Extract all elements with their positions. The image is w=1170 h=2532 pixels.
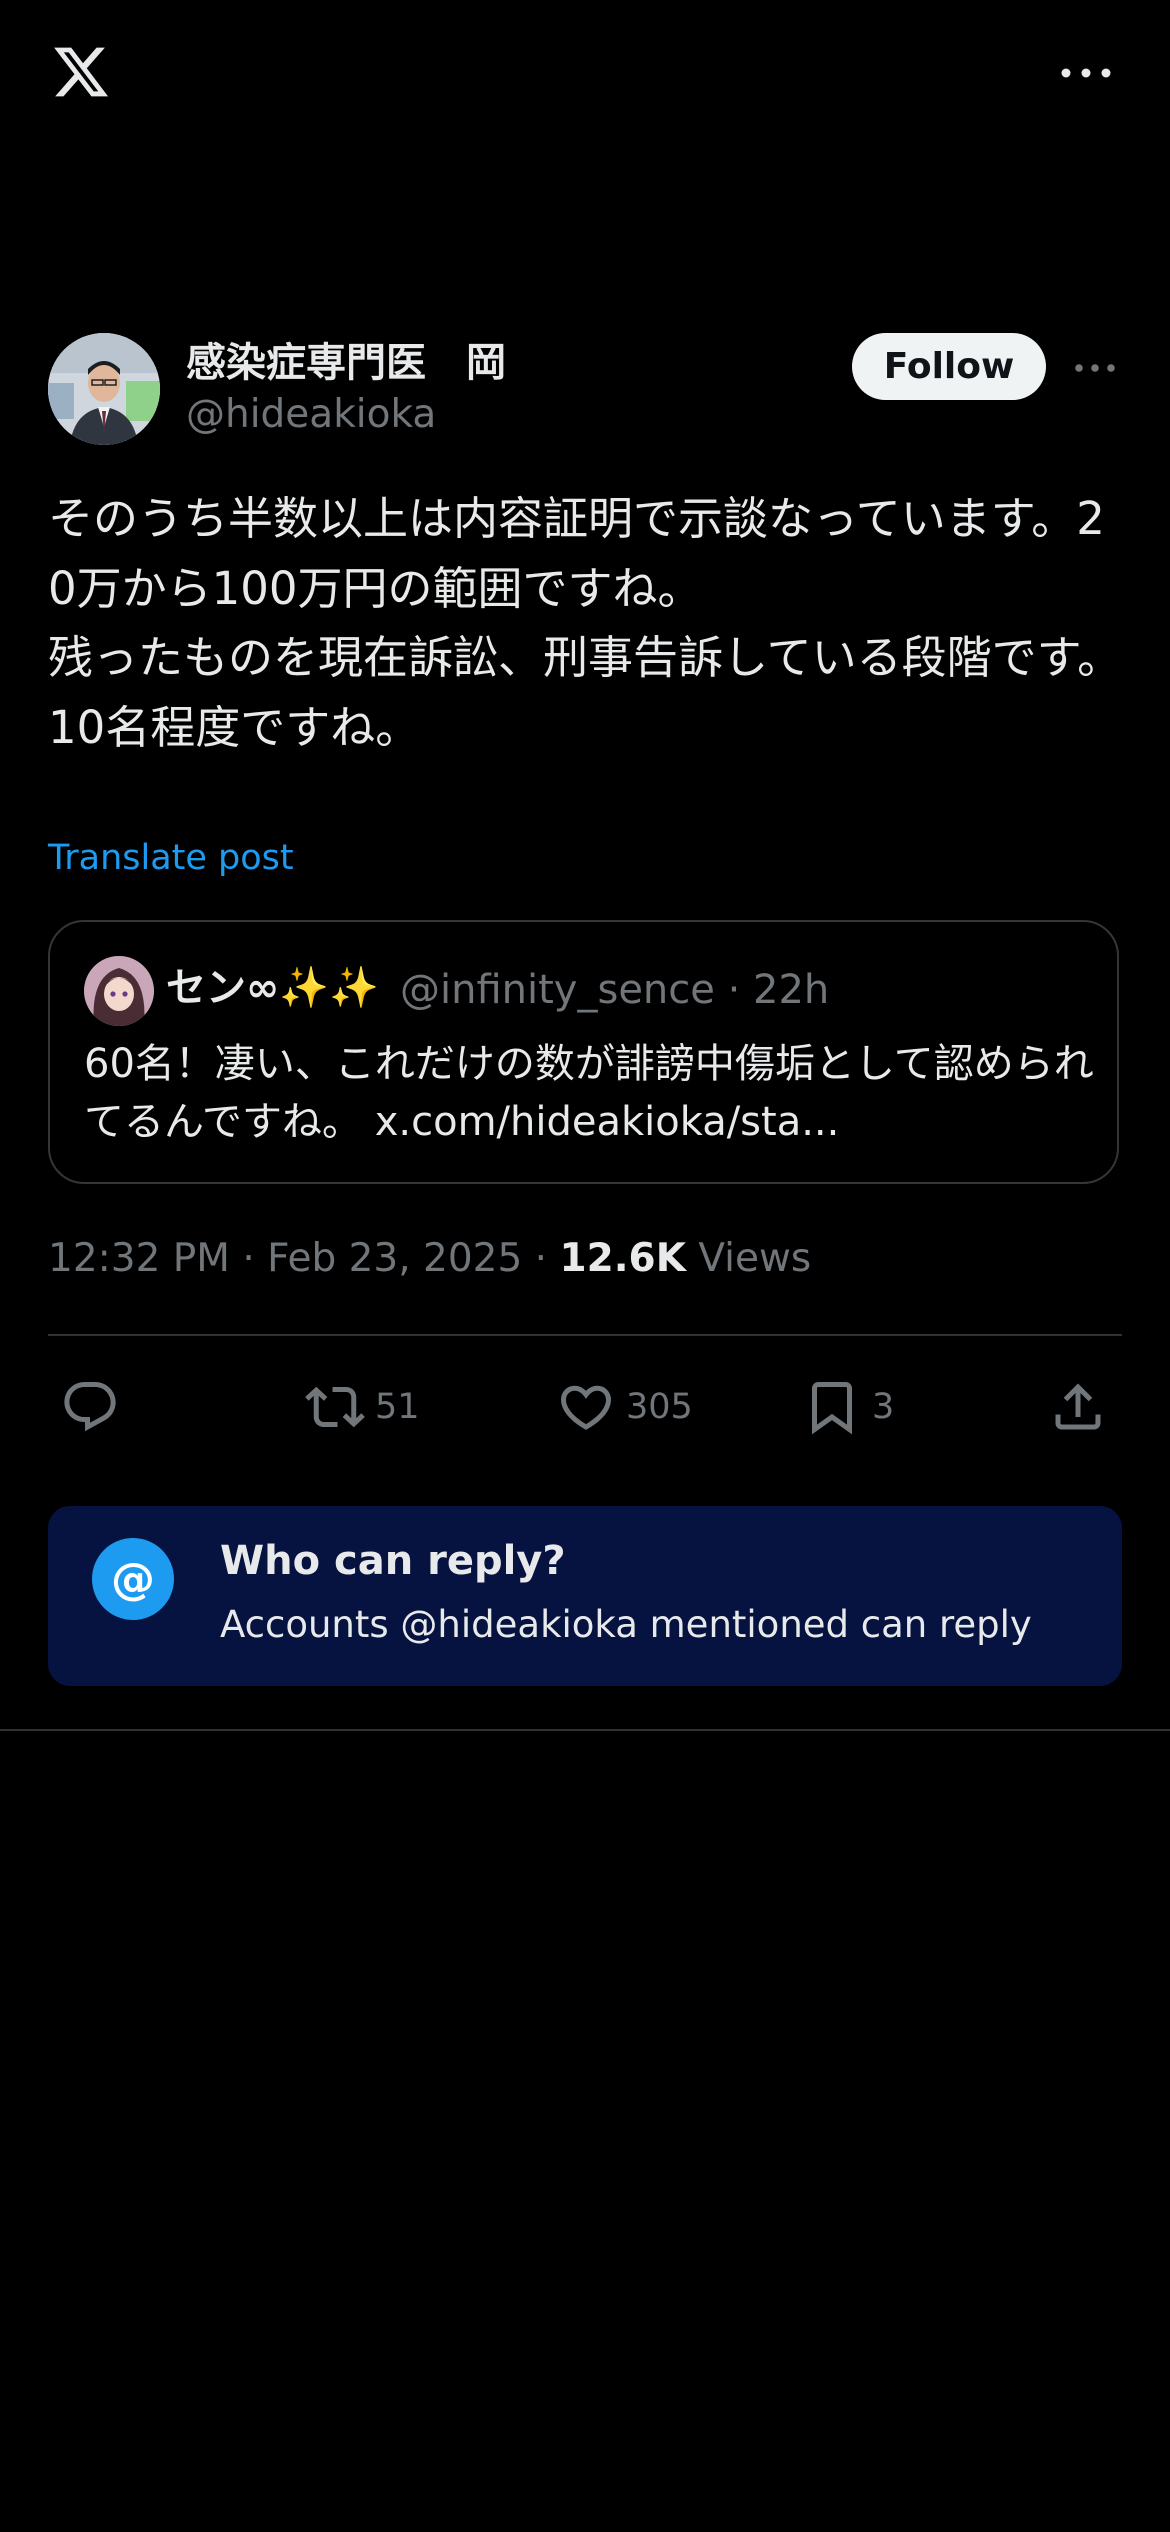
- avatar[interactable]: [48, 333, 160, 445]
- like-button[interactable]: 305: [556, 1372, 693, 1442]
- x-logo-icon[interactable]: [48, 42, 114, 102]
- views-count: 12.6K: [559, 1236, 686, 1281]
- tweet-meta: 12:32 PM · Feb 23, 2025 · 12.6K Views: [48, 1232, 811, 1286]
- who-can-reply-card: [48, 1506, 1122, 1686]
- repost-count: 51: [375, 1387, 420, 1427]
- like-count: 305: [626, 1387, 693, 1427]
- bookmark-button[interactable]: 3: [802, 1372, 894, 1442]
- author-display-name[interactable]: 感染症専門医 岡: [186, 330, 506, 388]
- tweet-text: そのうち半数以上は内容証明で示談なっています。20万から100万円の範囲ですね。…: [48, 492, 1123, 754]
- more-horizontal-icon[interactable]: [1058, 58, 1114, 88]
- repost-icon: [305, 1386, 365, 1428]
- more-horizontal-icon[interactable]: [1073, 358, 1117, 378]
- bookmark-icon: [812, 1382, 852, 1435]
- divider: [48, 1334, 1122, 1336]
- who-can-reply-subtitle: Accounts @hideakioka mentioned can reply: [220, 1603, 1032, 1646]
- reply-button[interactable]: [60, 1372, 120, 1442]
- timestamp[interactable]: 12:32 PM · Feb 23, 2025 ·: [48, 1236, 559, 1281]
- author-handle[interactable]: @hideakioka: [186, 392, 436, 437]
- bookmark-count: 3: [872, 1387, 895, 1427]
- share-icon: [1055, 1383, 1101, 1430]
- translate-post-link[interactable]: Translate post: [48, 838, 294, 878]
- divider: [0, 1729, 1170, 1731]
- views-label: Views: [685, 1236, 812, 1281]
- repost-button[interactable]: 51: [305, 1372, 420, 1442]
- quoted-avatar: [84, 956, 154, 1026]
- quoted-avatar-image: [84, 956, 154, 1026]
- follow-button[interactable]: Follow: [852, 333, 1046, 400]
- avatar-photo: [48, 333, 160, 445]
- at-sign-icon: @: [92, 1538, 174, 1620]
- reply-icon: [64, 1382, 116, 1432]
- quoted-display-name: セン∞✨✨: [166, 965, 379, 1011]
- share-button[interactable]: [1048, 1372, 1108, 1442]
- quoted-text: 60名！凄い、これだけの数が誹謗中傷垢として認められてるんですね。 x.com/…: [84, 1041, 1094, 1145]
- heart-icon: [560, 1385, 612, 1430]
- quoted-handle-and-time: @infinity_sence · 22h: [400, 967, 830, 1013]
- who-can-reply-title: Who can reply?: [220, 1538, 566, 1584]
